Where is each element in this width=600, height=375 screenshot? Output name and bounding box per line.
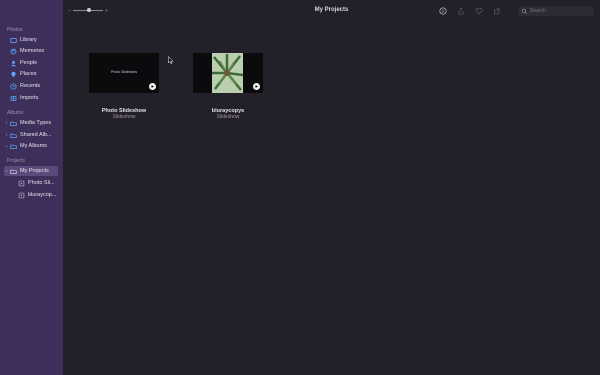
- info-icon[interactable]: [438, 6, 447, 15]
- folder-icon: [10, 168, 17, 175]
- chevron-right-icon[interactable]: ›: [4, 120, 9, 126]
- recents-icon: [10, 82, 17, 90]
- project-type: Slideshow: [216, 114, 240, 120]
- imports-icon: [10, 95, 17, 102]
- sidebar-item-label: My Albums: [20, 143, 47, 149]
- sidebar-item-label: bluraycop...: [28, 192, 57, 198]
- sidebar-item-media-types[interactable]: › Media Types: [4, 118, 58, 128]
- sidebar-item-label: Memories: [20, 48, 45, 54]
- search-field[interactable]: [518, 6, 594, 16]
- chevron-down-icon[interactable]: ⌄: [4, 143, 9, 149]
- sidebar-item-bluraycopys[interactable]: bluraycop...: [4, 190, 58, 200]
- sidebar-item-photo-slideshow[interactable]: Photo Sli...: [4, 178, 58, 188]
- sidebar-item-label: Recents: [20, 83, 41, 89]
- favorite-icon[interactable]: [474, 6, 483, 15]
- sidebar-item-label: People: [20, 60, 38, 66]
- slideshow-icon: [18, 180, 25, 187]
- sidebar-item-imports[interactable]: Imports: [4, 93, 58, 103]
- palm-tree-photo: [212, 53, 243, 93]
- sidebar-item-label: Places: [20, 71, 37, 77]
- project-card-bluraycopys[interactable]: bluraycopys Slideshow: [193, 53, 263, 120]
- sidebar-item-label: Photo Sli...: [28, 180, 55, 186]
- sidebar-section-photos: Photos: [7, 27, 23, 33]
- sidebar-section-projects: Projects: [7, 158, 26, 164]
- sidebar-item-label: Library: [20, 37, 37, 43]
- sidebar: Photos Library Memories People Places Re…: [0, 0, 63, 375]
- chevron-right-icon[interactable]: ›: [4, 132, 9, 138]
- memories-icon: [10, 48, 17, 55]
- search-input[interactable]: [528, 8, 592, 14]
- play-icon[interactable]: [253, 83, 260, 90]
- sidebar-item-label: Imports: [20, 95, 39, 101]
- people-icon: [10, 60, 17, 67]
- share-icon[interactable]: [456, 6, 465, 15]
- toolbar: – + My Projects: [63, 0, 600, 22]
- search-icon: [521, 8, 528, 15]
- sidebar-item-label: Shared Alb...: [20, 132, 52, 138]
- places-icon: [10, 71, 17, 78]
- play-icon[interactable]: [149, 83, 156, 90]
- sidebar-item-label: My Projects: [20, 168, 49, 174]
- folder-icon: [10, 143, 17, 150]
- project-thumbnail[interactable]: [193, 53, 263, 93]
- mouse-cursor-icon: [168, 56, 174, 64]
- sidebar-item-label: Media Types: [20, 120, 52, 126]
- sidebar-item-people[interactable]: People: [4, 58, 58, 68]
- sidebar-item-recents[interactable]: Recents: [4, 81, 58, 91]
- folder-icon: [10, 132, 17, 139]
- thumbnail-title-text: Photo Slideshow: [110, 70, 138, 74]
- library-icon: [10, 37, 17, 44]
- sidebar-section-albums: Albums: [7, 110, 24, 116]
- slideshow-icon: [18, 192, 25, 199]
- sidebar-item-my-albums[interactable]: ⌄ My Albums: [4, 141, 58, 151]
- rotate-icon[interactable]: [492, 6, 501, 15]
- sidebar-item-shared-albums[interactable]: › Shared Alb...: [4, 130, 58, 140]
- project-type: Slideshow: [112, 114, 136, 120]
- chevron-down-icon[interactable]: ⌄: [4, 168, 9, 174]
- sidebar-item-memories[interactable]: Memories: [4, 46, 58, 56]
- sidebar-item-places[interactable]: Places: [4, 69, 58, 79]
- project-card-photo-slideshow[interactable]: Photo Slideshow Photo Slideshow Slidesho…: [89, 53, 159, 120]
- sidebar-item-my-projects[interactable]: ⌄ My Projects: [4, 166, 58, 176]
- sidebar-item-library[interactable]: Library: [4, 35, 58, 45]
- folder-icon: [10, 120, 17, 127]
- project-thumbnail[interactable]: Photo Slideshow: [89, 53, 159, 93]
